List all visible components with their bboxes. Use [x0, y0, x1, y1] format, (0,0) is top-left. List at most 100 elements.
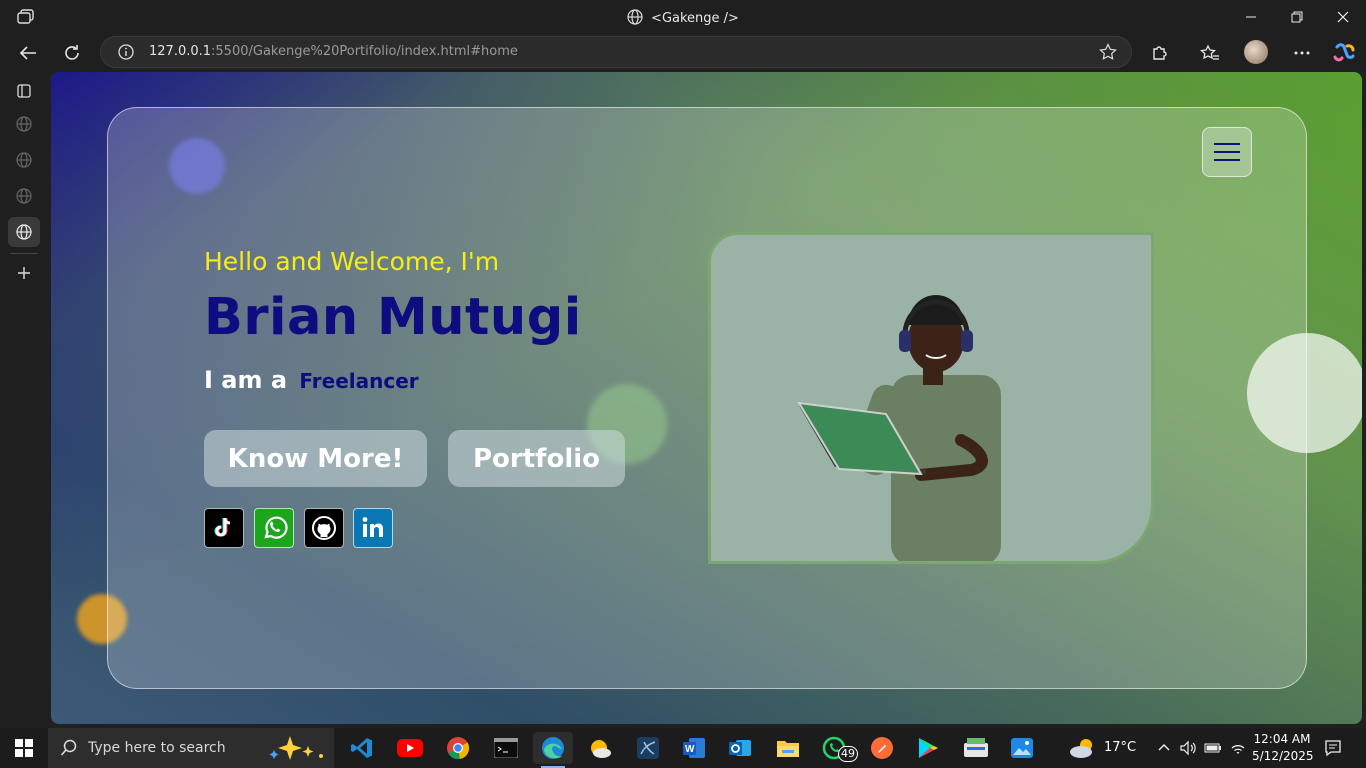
browser-toolbar: 127.0.0.1:5500/Gakenge%20Portifolio/inde…: [0, 34, 1366, 72]
favorites-button[interactable]: [1196, 39, 1224, 67]
taskbar-youtube[interactable]: [390, 732, 430, 764]
more-dots-icon: [1294, 51, 1310, 55]
copilot-button[interactable]: [1330, 39, 1358, 67]
globe-icon: [16, 116, 32, 132]
profile-photo-frame: [708, 232, 1154, 564]
taskbar-sql[interactable]: [628, 732, 668, 764]
weather-sun-icon: [591, 740, 611, 758]
hamburger-line: [1214, 143, 1240, 145]
github-link[interactable]: [304, 508, 344, 548]
taskbar-vscode[interactable]: [342, 732, 382, 764]
tiktok-link[interactable]: [204, 508, 244, 548]
taskbar-clock[interactable]: 12:04 AM 5/12/2025: [1252, 731, 1314, 765]
taskbar-chrome[interactable]: [438, 732, 478, 764]
refresh-button[interactable]: [58, 39, 86, 67]
hero-role-line: I am a Freelancer: [204, 366, 419, 394]
tab-item-active[interactable]: [8, 217, 40, 247]
play-store-icon: [919, 738, 938, 758]
weather-temperature[interactable]: 17°C: [1104, 740, 1136, 755]
tab-item-1[interactable]: [8, 109, 40, 139]
tab-item-3[interactable]: [8, 181, 40, 211]
globe-icon: [16, 224, 32, 240]
hamburger-line: [1214, 159, 1240, 161]
tab-title: <Gakenge />: [651, 11, 739, 26]
database-icon: [637, 737, 659, 759]
volume-icon[interactable]: [1180, 740, 1196, 756]
role-prefix: I am a: [204, 366, 288, 394]
terminal-icon: [494, 738, 518, 758]
site-info-icon[interactable]: [118, 44, 134, 60]
close-icon: [1337, 11, 1349, 23]
profile-avatar[interactable]: [1244, 40, 1268, 64]
wifi-icon[interactable]: [1230, 740, 1246, 756]
sparkle-icon: [269, 736, 323, 760]
browser-title-bar: <Gakenge />: [0, 0, 1366, 34]
taskbar-terminal[interactable]: [486, 732, 526, 764]
minimize-button[interactable]: [1228, 0, 1274, 34]
restore-button[interactable]: [1274, 0, 1320, 34]
refresh-icon: [65, 45, 79, 60]
hero-name: Brian Mutugi: [204, 288, 582, 347]
taskbar-search-box[interactable]: Type here to search: [48, 728, 334, 768]
chevron-up-icon[interactable]: [1158, 742, 1170, 752]
windows-taskbar: Type here to search W 49 17°C 12:04 AM 5…: [0, 728, 1366, 768]
linkedin-icon: [362, 517, 383, 537]
clock-date: 5/12/2025: [1252, 749, 1314, 763]
taskbar-word[interactable]: W: [674, 732, 714, 764]
plus-icon: [18, 267, 30, 279]
notifications-icon[interactable]: [1324, 739, 1342, 757]
taskbar-epson-app[interactable]: [956, 732, 996, 764]
youtube-icon: [397, 739, 423, 757]
tab-actions-button[interactable]: [8, 76, 40, 106]
taskbar-photos[interactable]: [1002, 732, 1042, 764]
taskbar-play-store[interactable]: [908, 732, 948, 764]
hamburger-menu-button[interactable]: [1202, 127, 1252, 177]
photos-icon: [1011, 738, 1033, 758]
window-title: <Gakenge />: [0, 9, 1366, 26]
hamburger-line: [1214, 151, 1240, 153]
tab-item-2[interactable]: [8, 145, 40, 175]
portfolio-button[interactable]: Portfolio: [448, 430, 625, 487]
minimize-icon: [1246, 16, 1256, 18]
whatsapp-link[interactable]: [254, 508, 294, 548]
url-path: :5500/Gakenge%20Portifolio/index.html#ho…: [211, 44, 518, 59]
favorite-star-icon[interactable]: [1099, 43, 1117, 61]
taskbar-postman[interactable]: [862, 732, 902, 764]
outlook-icon: [729, 740, 751, 756]
address-bar[interactable]: 127.0.0.1:5500/Gakenge%20Portifolio/inde…: [100, 36, 1132, 68]
taskbar-weather-app[interactable]: [580, 732, 620, 764]
tiktok-icon: [214, 517, 231, 537]
weather-cloudy-icon[interactable]: [1068, 736, 1098, 760]
svg-text:W: W: [685, 744, 695, 755]
extensions-button[interactable]: [1146, 39, 1174, 67]
url-text[interactable]: 127.0.0.1:5500/Gakenge%20Portifolio/inde…: [149, 44, 518, 59]
whatsapp-icon: [264, 516, 288, 539]
folder-icon: [777, 741, 799, 757]
role-text: Freelancer: [299, 369, 419, 393]
linkedin-link[interactable]: [353, 508, 393, 548]
word-icon: W: [683, 738, 705, 758]
rail-divider: [10, 253, 38, 254]
battery-icon[interactable]: [1204, 742, 1222, 754]
close-button[interactable]: [1320, 0, 1366, 34]
profile-photo: [797, 295, 1001, 561]
hero-glass-card: Hello and Welcome, I'm Brian Mutugi I am…: [107, 107, 1307, 689]
settings-more-button[interactable]: [1288, 39, 1316, 67]
back-button[interactable]: [14, 39, 42, 67]
clock-time: 12:04 AM: [1253, 732, 1311, 746]
edge-icon: [542, 737, 564, 759]
know-more-button[interactable]: Know More!: [204, 430, 427, 487]
tab-actions-icon: [17, 84, 31, 98]
puzzle-icon: [1153, 46, 1167, 60]
taskbar-file-explorer[interactable]: [768, 732, 808, 764]
globe-icon: [627, 9, 643, 25]
hero-greeting: Hello and Welcome, I'm: [204, 247, 500, 276]
taskbar-outlook[interactable]: [720, 732, 760, 764]
taskbar-edge[interactable]: [533, 732, 573, 768]
favorites-list-icon: [1200, 44, 1219, 60]
new-tab-button[interactable]: [8, 258, 40, 288]
start-button[interactable]: [0, 728, 48, 768]
search-icon: [60, 739, 77, 756]
chrome-icon: [447, 737, 470, 760]
vertical-tabs-rail: [0, 72, 50, 728]
